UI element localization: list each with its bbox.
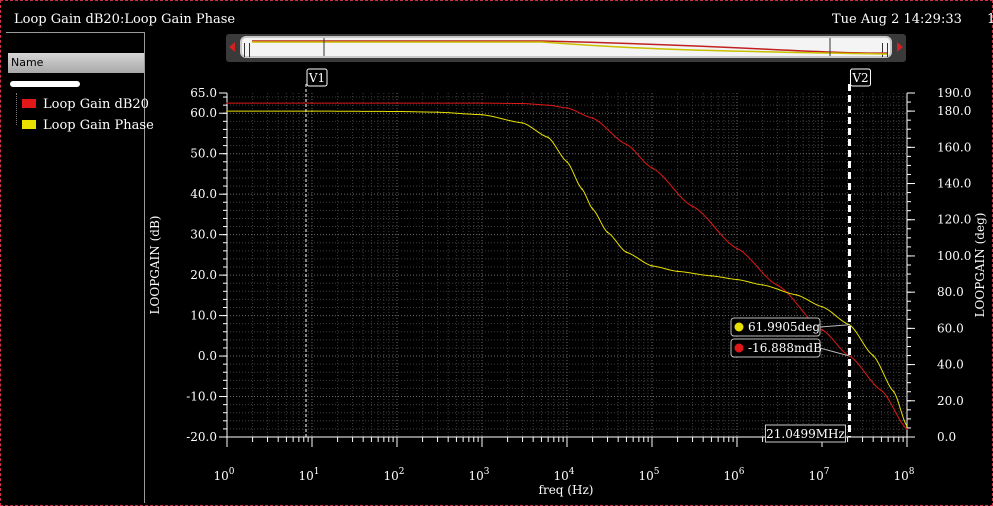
plot-area[interactable]: 65.0 60.0 50.0 40.0 30.0 20.0 10.0 0.0 -10.0 -20.…: [0, 0, 993, 506]
gain-point: [521, 102, 524, 105]
gain-point: [547, 104, 549, 106]
marker-v2-label[interactable]: V2: [851, 71, 868, 85]
y-tick-label-right: 160.0: [937, 140, 971, 154]
phase-point: [606, 231, 609, 234]
phase-point: [311, 110, 313, 112]
gain-point: [625, 143, 628, 146]
phase-point: [547, 136, 549, 139]
phase-point: [710, 275, 713, 277]
grid: [226, 93, 908, 438]
phase-point: [795, 294, 798, 296]
gain-readout-text: -16.888mdB: [748, 341, 822, 355]
gain-point: [776, 284, 779, 287]
y-tick-label-right: 100.0: [937, 249, 971, 263]
marker-layer[interactable]: V1 V2 21.0499MHz 61.9905deg -16.888mdB: [305, 68, 871, 443]
gain-point: [311, 102, 313, 104]
phase-point: [761, 284, 764, 286]
y-tick-label-right: 120.0: [937, 213, 971, 227]
y-tick-label-right: 80.0: [937, 285, 964, 299]
y-tick-label-right: 180.0: [937, 104, 971, 118]
y-tick-label-right: 140.0: [937, 177, 971, 191]
phase-point: [591, 208, 594, 210]
y-tick-label-right: 190.0: [937, 86, 971, 100]
y-tick-label-right: 60.0: [937, 321, 964, 335]
gain-point: [651, 167, 653, 169]
y-axis-label-right: LOOPGAIN (deg): [973, 213, 987, 318]
y-axis-label-left: LOOPGAIN (dB): [148, 216, 162, 315]
x-tick-label: 106: [723, 467, 744, 483]
gain-point: [396, 102, 398, 104]
x-tick-label: 104: [553, 467, 574, 483]
gain-point: [691, 205, 694, 208]
y-tick-label-left: 65.0: [190, 86, 217, 100]
x-tick-label: 107: [808, 467, 829, 483]
y-tick-label-left: 30.0: [190, 228, 217, 242]
phase-leader: [819, 324, 850, 328]
phase-point: [872, 354, 874, 357]
y-tick-label-right: 40.0: [937, 358, 964, 372]
x-tick-label: 103: [468, 467, 489, 483]
gain-point: [880, 389, 883, 392]
y-tick-label-right: 20.0: [937, 394, 964, 408]
y-tick-label-left: 40.0: [190, 187, 217, 201]
phase-point: [521, 122, 524, 124]
x-tick-label: 105: [638, 467, 659, 483]
x-tick-label: 108: [893, 467, 914, 483]
y-tick-label-left: -20.0: [186, 430, 217, 444]
x-tick-label: 102: [383, 467, 404, 483]
phase-point: [566, 161, 568, 163]
phase-readout-text: 61.9905deg: [748, 320, 820, 334]
phase-point: [736, 278, 738, 281]
gain-readout-dot: [734, 343, 744, 353]
x-tick-label: 101: [298, 467, 319, 483]
y-tick-label-left: 10.0: [190, 309, 217, 323]
phase-point: [651, 265, 653, 267]
phase-point: [481, 113, 483, 116]
gain-point: [591, 117, 594, 119]
phase-point: [581, 188, 583, 190]
x-axis-label: freq (Hz): [539, 483, 594, 497]
y-tick-label-left: 60.0: [190, 106, 217, 120]
y-tick-label-left: 50.0: [190, 147, 217, 161]
phase-point: [226, 110, 228, 112]
freq-readout: 21.0499MHz: [766, 427, 845, 441]
gain-leader: [819, 347, 850, 357]
phase-point: [906, 425, 908, 427]
gain-point: [736, 247, 738, 250]
gain-point: [821, 328, 823, 331]
y-tick-label-right: 0.0: [937, 430, 956, 444]
x-tick-label: 100: [213, 467, 234, 483]
gain-point: [566, 107, 568, 109]
phase-point: [625, 251, 628, 254]
gain-point: [226, 102, 228, 104]
phase-readout-dot: [734, 322, 744, 332]
y-tick-label-left: 20.0: [190, 268, 217, 282]
phase-point: [676, 270, 679, 273]
y-tick-label-left: 0.0: [198, 349, 217, 363]
phase-point: [396, 110, 398, 113]
phase-point: [436, 111, 439, 113]
gain-point: [481, 102, 483, 104]
marker-v1-label[interactable]: V1: [308, 71, 325, 85]
phase-point: [821, 305, 823, 308]
y-tick-label-left: -10.0: [186, 390, 217, 404]
phase-point: [893, 390, 895, 393]
gain-point: [906, 428, 908, 430]
